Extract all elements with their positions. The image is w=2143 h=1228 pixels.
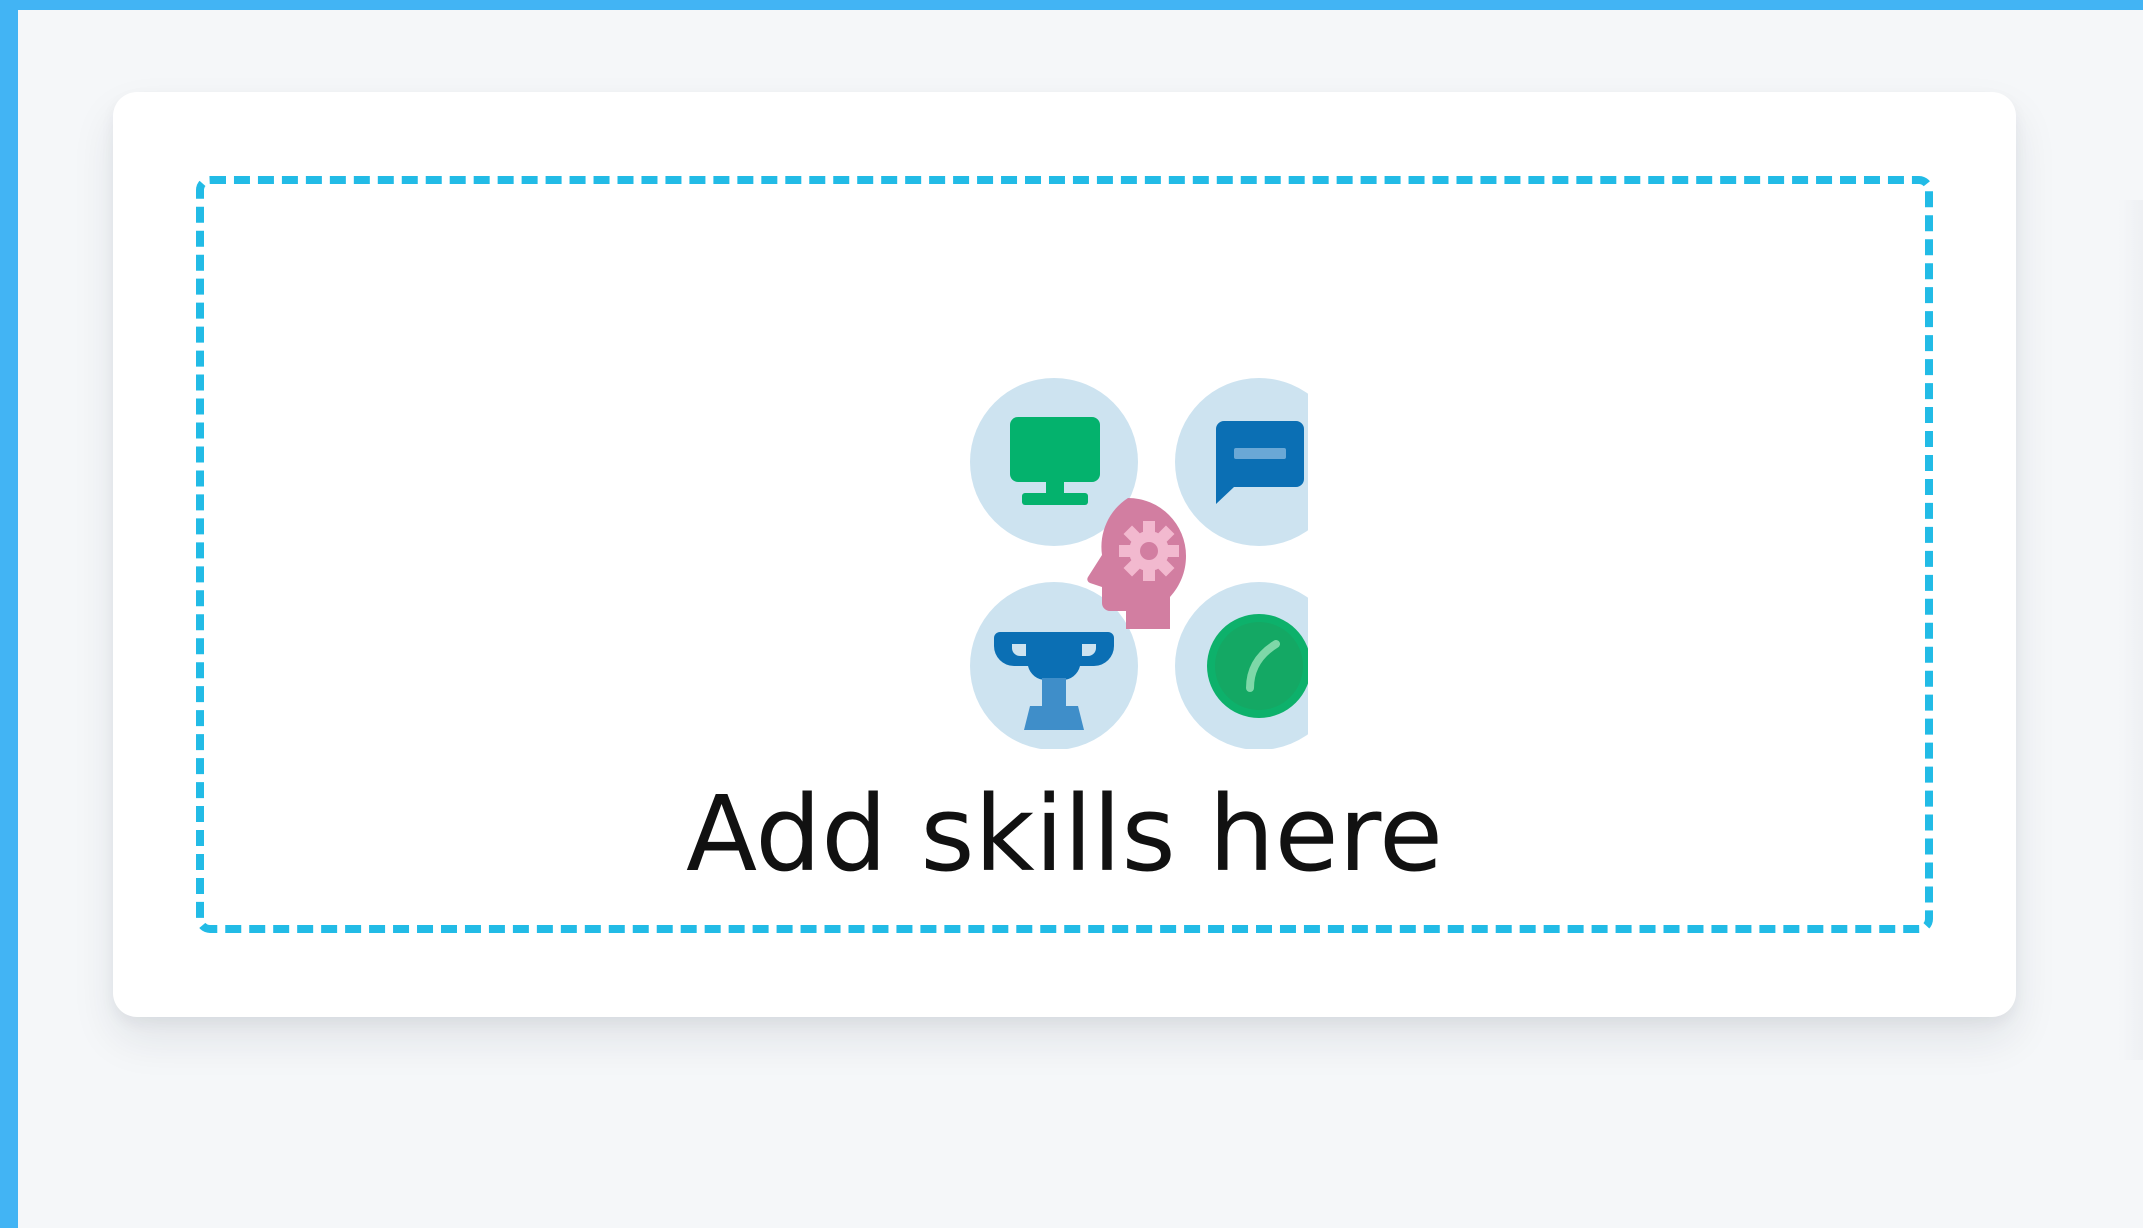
- add-skills-label: Add skills here: [685, 773, 1444, 895]
- chat-bubble-icon: [1175, 378, 1308, 546]
- window-frame-left: [0, 0, 18, 1228]
- window-frame-top: [0, 0, 2143, 10]
- speedometer-icon: [1175, 582, 1308, 749]
- add-skills-dropzone[interactable]: Add skills here: [196, 176, 1933, 933]
- skills-cluster-icon: [968, 376, 1308, 749]
- skills-card: Add skills here: [113, 92, 2016, 1017]
- adjacent-panel-edge: [2118, 200, 2143, 1060]
